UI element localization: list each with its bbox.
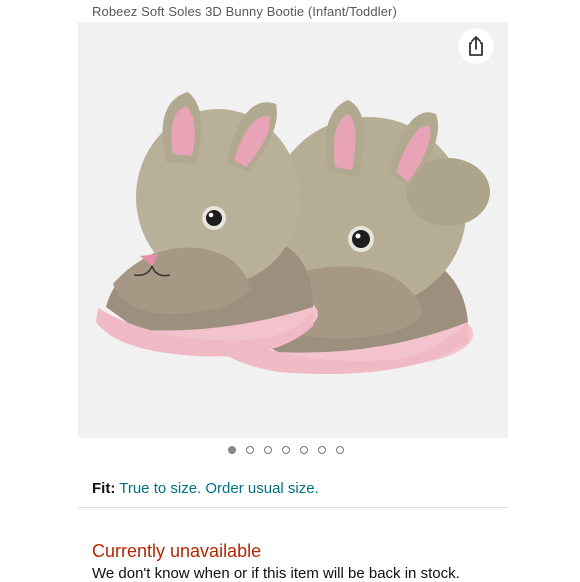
availability-note: We don't know when or if this item will … (92, 565, 460, 582)
product-image-gallery[interactable] (78, 22, 508, 438)
image-carousel-dots (228, 446, 344, 454)
product-title: Robeez Soft Soles 3D Bunny Bootie (Infan… (92, 4, 397, 19)
carousel-dot-2[interactable] (246, 446, 254, 454)
availability-status: Currently unavailable (92, 541, 262, 561)
carousel-dot-4[interactable] (282, 446, 290, 454)
fit-label: Fit: (92, 480, 116, 497)
carousel-dot-1[interactable] (228, 446, 236, 454)
share-button[interactable] (458, 28, 494, 64)
carousel-dot-6[interactable] (318, 446, 326, 454)
carousel-dot-7[interactable] (336, 446, 344, 454)
share-icon (469, 36, 483, 56)
fit-info: Fit: True to size. Order usual size. (92, 480, 319, 497)
carousel-dot-3[interactable] (264, 446, 272, 454)
carousel-dot-5[interactable] (300, 446, 308, 454)
section-divider (78, 507, 508, 508)
product-image[interactable] (78, 22, 508, 438)
fit-value-link[interactable]: True to size. Order usual size. (119, 480, 319, 497)
